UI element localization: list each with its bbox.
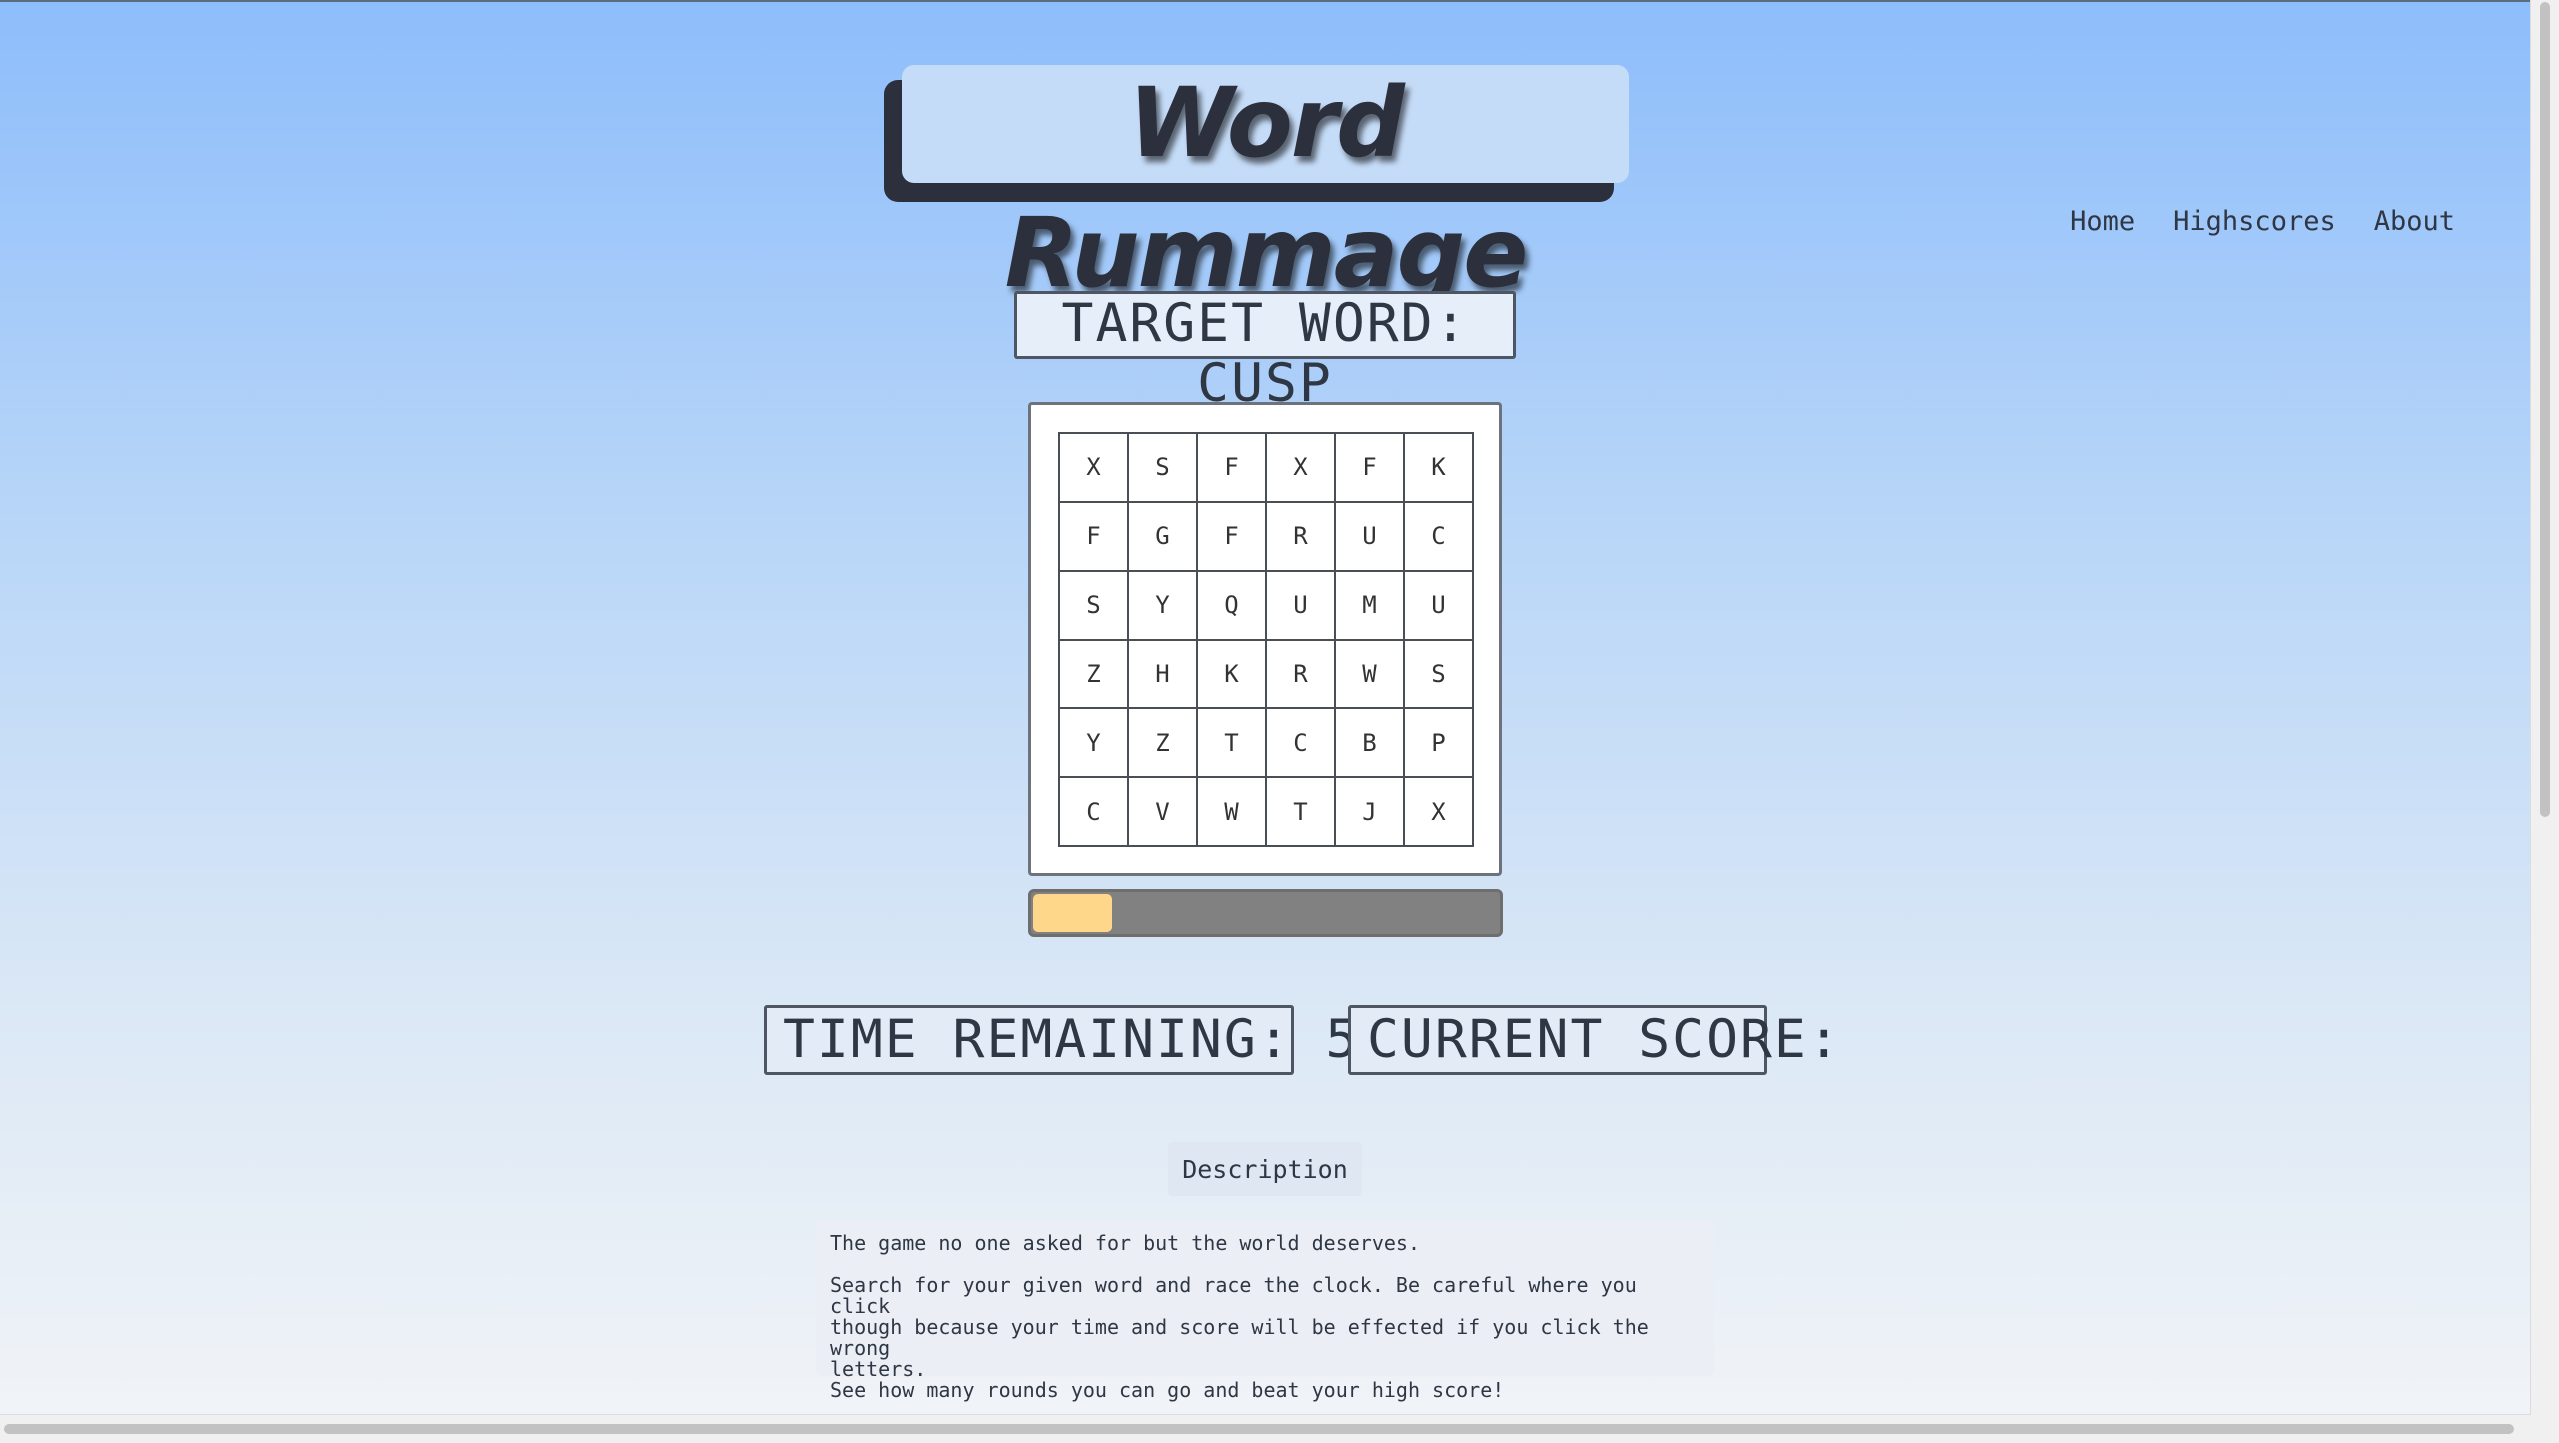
game-title: Word Rummage (1004, 67, 1529, 309)
grid-cell[interactable]: M (1336, 571, 1405, 641)
nav-about-link[interactable]: About (2374, 206, 2455, 237)
grid-cell[interactable]: W (1198, 778, 1267, 847)
grid-cell[interactable]: B (1336, 709, 1405, 779)
description-line-3: See how many rounds you can go and beat … (830, 1378, 1505, 1402)
grid-cell[interactable]: F (1198, 434, 1267, 503)
grid-cell[interactable]: V (1129, 778, 1198, 847)
grid-cell[interactable]: W (1336, 640, 1405, 710)
description-line-1: The game no one asked for but the world … (830, 1231, 1421, 1255)
grid-cell[interactable]: K (1405, 434, 1474, 503)
grid-cell[interactable]: T (1198, 709, 1267, 779)
description-button[interactable]: Description (1168, 1142, 1362, 1196)
grid-cell[interactable]: Y (1060, 709, 1129, 779)
window-top-border (0, 0, 2559, 2)
grid-cell[interactable]: C (1405, 502, 1474, 572)
grid-cell[interactable]: Z (1060, 640, 1129, 710)
grid-cell[interactable]: X (1405, 778, 1474, 847)
vertical-scrollbar-thumb[interactable] (2540, 2, 2550, 817)
nav-highscores-link[interactable]: Highscores (2173, 206, 2336, 237)
grid-cell[interactable]: F (1198, 502, 1267, 572)
horizontal-scrollbar[interactable] (0, 1414, 2531, 1443)
main-nav: Home Highscores About (2070, 206, 2455, 237)
time-remaining-display: TIME REMAINING: 58 (764, 1005, 1391, 1075)
grid-cell[interactable]: Q (1198, 571, 1267, 641)
nav-home-link[interactable]: Home (2070, 206, 2135, 237)
current-score-display: CURRENT SCORE: (1348, 1005, 1840, 1075)
grid-cell[interactable]: S (1405, 640, 1474, 710)
grid-cell[interactable]: U (1405, 571, 1474, 641)
grid-cell[interactable]: P (1405, 709, 1474, 779)
grid-cell[interactable]: K (1198, 640, 1267, 710)
description-panel: The game no one asked for but the world … (816, 1220, 1714, 1401)
grid-cell[interactable]: J (1336, 778, 1405, 847)
grid-cell[interactable]: Y (1129, 571, 1198, 641)
grid-cell[interactable]: Z (1129, 709, 1198, 779)
grid-cell[interactable]: G (1129, 502, 1198, 572)
grid-cell[interactable]: F (1060, 502, 1129, 572)
grid-cell[interactable]: H (1129, 640, 1198, 710)
grid-cell[interactable]: C (1060, 778, 1129, 847)
grid-cell[interactable]: R (1267, 502, 1336, 572)
grid-cell[interactable]: U (1267, 571, 1336, 641)
grid-cell[interactable]: T (1267, 778, 1336, 847)
grid-cell[interactable]: X (1267, 434, 1336, 503)
grid-cell[interactable]: C (1267, 709, 1336, 779)
vertical-scrollbar[interactable] (2530, 0, 2559, 1443)
grid-cell[interactable]: S (1060, 571, 1129, 641)
scrollbar-corner (2531, 1415, 2559, 1443)
timer-progress-bar (1028, 889, 1503, 937)
timer-progress-fill (1033, 894, 1112, 932)
letter-grid: XSFXFKFGFRUCSYQUMUZHKRWSYZTCBPCVWTJX (1058, 432, 1474, 847)
grid-cell[interactable]: R (1267, 640, 1336, 710)
target-word-display: TARGET WORD: CUSP (1014, 291, 1516, 414)
grid-cell[interactable]: F (1336, 434, 1405, 503)
grid-cell[interactable]: S (1129, 434, 1198, 503)
horizontal-scrollbar-thumb[interactable] (4, 1424, 2514, 1434)
description-line-2: Search for your given word and race the … (830, 1273, 1649, 1381)
grid-cell[interactable]: X (1060, 434, 1129, 503)
grid-cell[interactable]: U (1336, 502, 1405, 572)
